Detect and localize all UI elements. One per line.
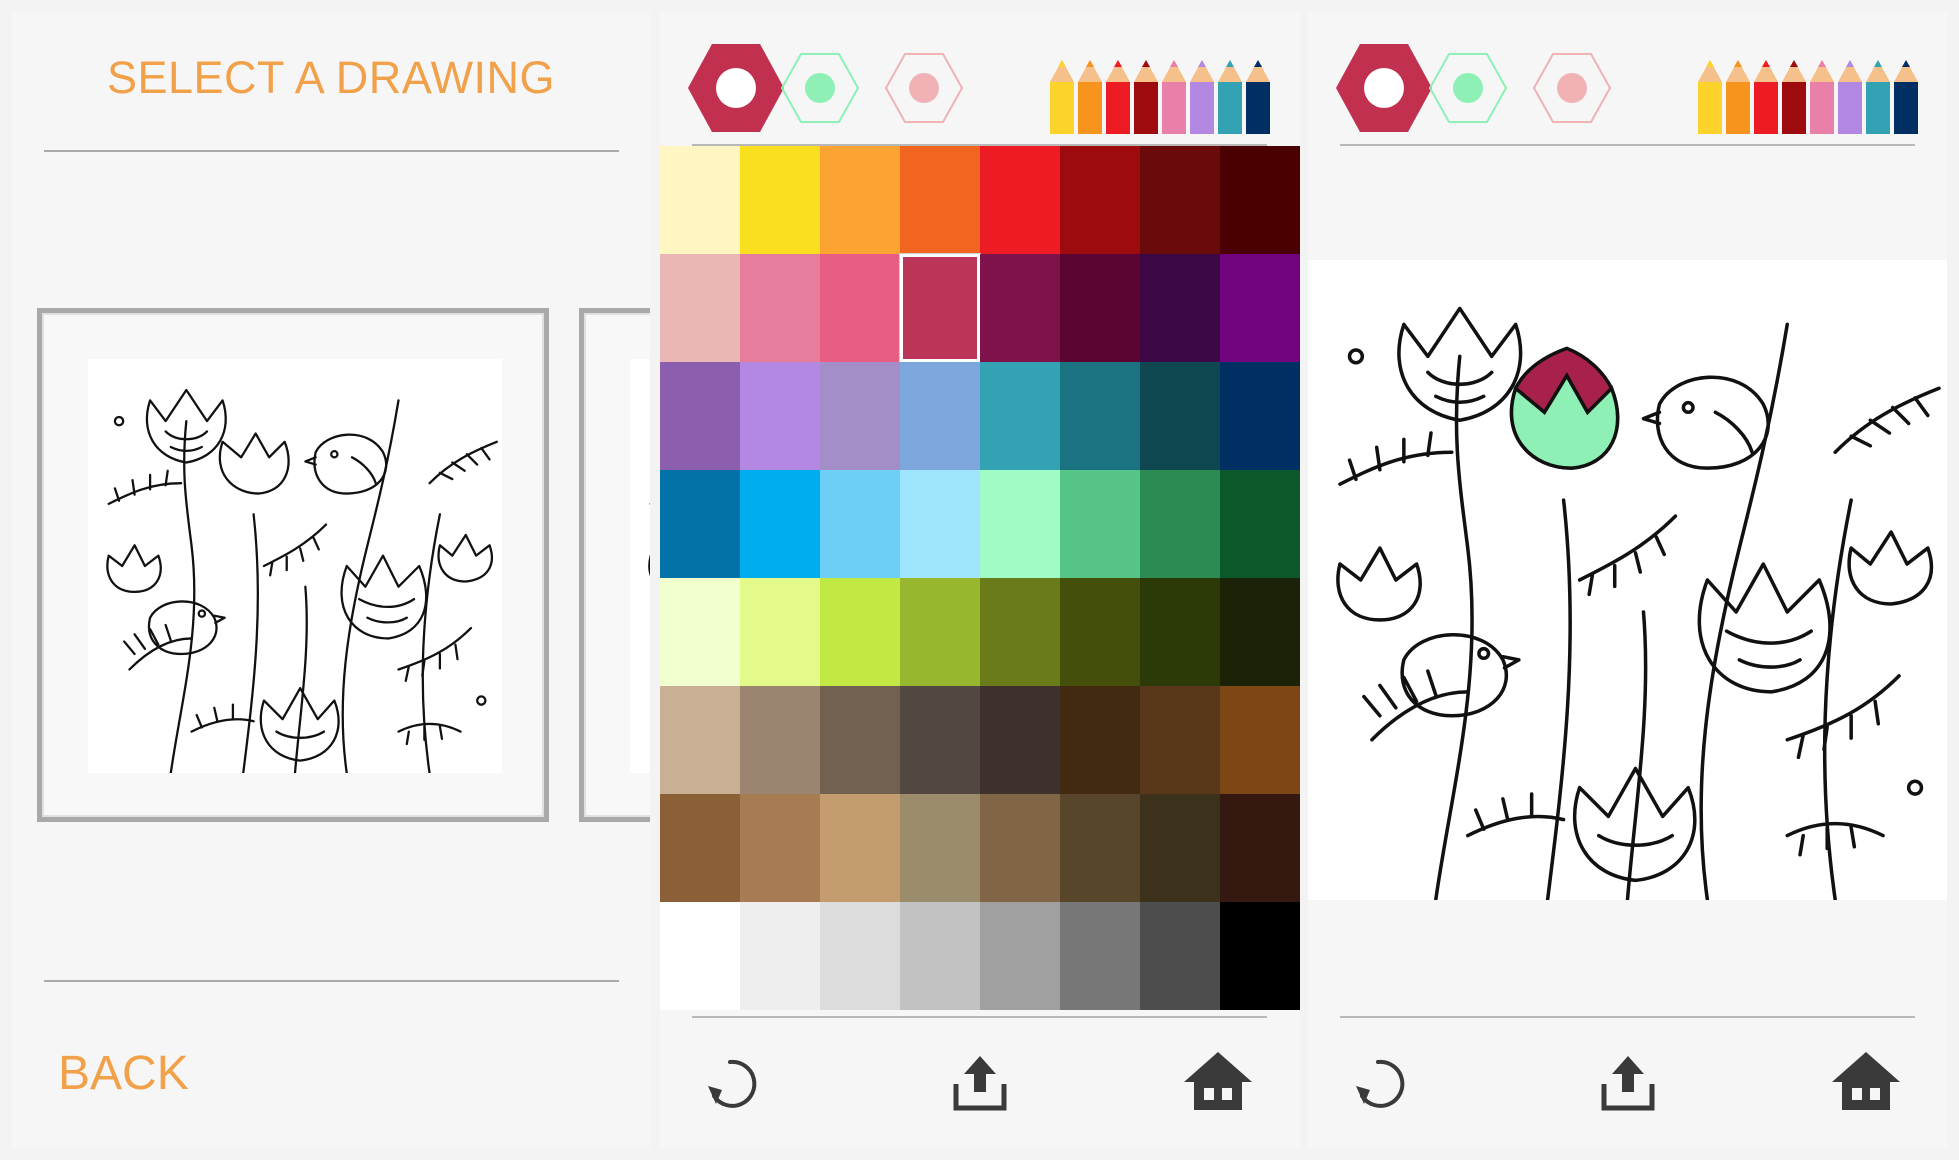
color-swatch[interactable] bbox=[1220, 794, 1300, 902]
color-swatch[interactable] bbox=[980, 146, 1060, 254]
color-swatch[interactable] bbox=[1220, 686, 1300, 794]
color-swatch[interactable] bbox=[980, 686, 1060, 794]
color-swatch[interactable] bbox=[1060, 254, 1140, 362]
brush-size-small-icon[interactable] bbox=[1530, 50, 1614, 126]
color-palette-grid bbox=[660, 146, 1300, 1010]
color-swatch[interactable] bbox=[740, 470, 820, 578]
home-icon[interactable] bbox=[1182, 1048, 1254, 1116]
color-swatch[interactable] bbox=[1140, 254, 1220, 362]
coloring-screen bbox=[1308, 12, 1947, 1148]
undo-icon[interactable] bbox=[1348, 1052, 1412, 1116]
color-swatch[interactable] bbox=[980, 902, 1060, 1010]
drawing-preview bbox=[88, 359, 502, 773]
bottom-divider bbox=[44, 980, 619, 982]
color-swatch[interactable] bbox=[1220, 902, 1300, 1010]
color-swatch[interactable] bbox=[900, 146, 980, 254]
colored-pencils-icon[interactable] bbox=[1048, 56, 1278, 136]
color-swatch[interactable] bbox=[660, 362, 740, 470]
color-swatch[interactable] bbox=[900, 578, 980, 686]
color-swatch[interactable] bbox=[1060, 362, 1140, 470]
color-swatch[interactable] bbox=[740, 362, 820, 470]
color-swatch[interactable] bbox=[1060, 902, 1140, 1010]
bottom-divider bbox=[1340, 1016, 1915, 1018]
color-swatch[interactable] bbox=[820, 470, 900, 578]
brush-size-medium-icon[interactable] bbox=[1426, 50, 1510, 126]
toolbar-divider bbox=[1340, 144, 1915, 146]
color-swatch[interactable] bbox=[900, 794, 980, 902]
share-icon[interactable] bbox=[948, 1052, 1012, 1116]
back-button[interactable]: BACK bbox=[58, 1046, 189, 1101]
color-swatch[interactable] bbox=[660, 578, 740, 686]
color-swatch[interactable] bbox=[899, 253, 981, 363]
color-swatch[interactable] bbox=[1060, 146, 1140, 254]
color-swatch[interactable] bbox=[1140, 578, 1220, 686]
color-swatch[interactable] bbox=[1220, 470, 1300, 578]
coloring-canvas[interactable] bbox=[1308, 260, 1947, 900]
color-swatch[interactable] bbox=[740, 254, 820, 362]
color-swatch[interactable] bbox=[1060, 686, 1140, 794]
color-swatch[interactable] bbox=[740, 794, 820, 902]
palette-screen bbox=[660, 12, 1300, 1148]
brush-size-large-icon[interactable] bbox=[686, 40, 786, 136]
color-swatch[interactable] bbox=[740, 146, 820, 254]
color-swatch[interactable] bbox=[1220, 254, 1300, 362]
color-swatch[interactable] bbox=[660, 794, 740, 902]
color-swatch[interactable] bbox=[820, 686, 900, 794]
drawing-preview-partial bbox=[630, 359, 650, 773]
color-swatch[interactable] bbox=[820, 254, 900, 362]
brush-size-large-icon[interactable] bbox=[1334, 40, 1434, 136]
colored-pencils-icon[interactable] bbox=[1696, 56, 1926, 136]
select-drawing-screen: SELECT A DRAWING BACK bbox=[12, 12, 650, 1148]
color-swatch[interactable] bbox=[820, 902, 900, 1010]
brush-size-small-icon[interactable] bbox=[882, 50, 966, 126]
top-divider bbox=[44, 150, 619, 152]
color-swatch[interactable] bbox=[1140, 146, 1220, 254]
undo-icon[interactable] bbox=[700, 1052, 764, 1116]
color-swatch[interactable] bbox=[980, 578, 1060, 686]
color-swatch[interactable] bbox=[660, 470, 740, 578]
color-swatch[interactable] bbox=[740, 902, 820, 1010]
drawing-thumbnail-selected[interactable] bbox=[37, 308, 549, 822]
color-swatch[interactable] bbox=[900, 470, 980, 578]
color-swatch[interactable] bbox=[1060, 578, 1140, 686]
brush-size-medium-icon[interactable] bbox=[778, 50, 862, 126]
color-swatch[interactable] bbox=[740, 578, 820, 686]
color-swatch[interactable] bbox=[1060, 794, 1140, 902]
color-swatch[interactable] bbox=[820, 362, 900, 470]
home-icon[interactable] bbox=[1830, 1048, 1902, 1116]
color-swatch[interactable] bbox=[1220, 362, 1300, 470]
color-swatch[interactable] bbox=[660, 254, 740, 362]
color-swatch[interactable] bbox=[1220, 146, 1300, 254]
color-swatch[interactable] bbox=[660, 902, 740, 1010]
color-swatch[interactable] bbox=[1140, 902, 1220, 1010]
share-icon[interactable] bbox=[1596, 1052, 1660, 1116]
color-swatch[interactable] bbox=[980, 362, 1060, 470]
drawing-thumbnail-next[interactable] bbox=[579, 308, 650, 822]
color-swatch[interactable] bbox=[1140, 362, 1220, 470]
color-swatch[interactable] bbox=[820, 146, 900, 254]
color-swatch[interactable] bbox=[980, 470, 1060, 578]
bottom-divider bbox=[692, 1016, 1267, 1018]
color-swatch[interactable] bbox=[1060, 470, 1140, 578]
color-swatch[interactable] bbox=[660, 686, 740, 794]
color-swatch[interactable] bbox=[820, 578, 900, 686]
color-swatch[interactable] bbox=[1140, 794, 1220, 902]
color-swatch[interactable] bbox=[900, 902, 980, 1010]
color-swatch[interactable] bbox=[1220, 578, 1300, 686]
color-swatch[interactable] bbox=[660, 146, 740, 254]
color-swatch[interactable] bbox=[820, 794, 900, 902]
color-swatch[interactable] bbox=[900, 686, 980, 794]
color-swatch[interactable] bbox=[1140, 686, 1220, 794]
color-swatch[interactable] bbox=[980, 254, 1060, 362]
color-swatch[interactable] bbox=[1140, 470, 1220, 578]
color-swatch[interactable] bbox=[740, 686, 820, 794]
color-swatch[interactable] bbox=[900, 362, 980, 470]
color-swatch[interactable] bbox=[980, 794, 1060, 902]
page-title: SELECT A DRAWING bbox=[106, 52, 556, 103]
